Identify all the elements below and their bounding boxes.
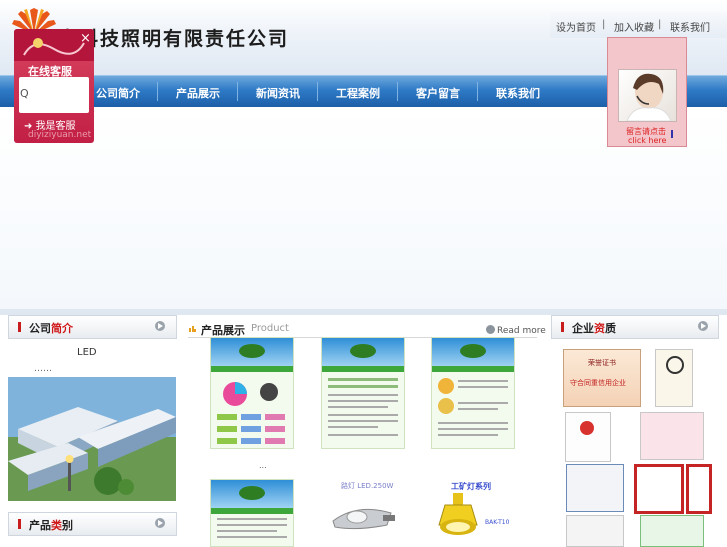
certificate-7[interactable] [686, 464, 712, 514]
certificate-honor[interactable]: 荣誉证书 守合同重信用企业 [563, 349, 641, 407]
more-arrow-icon[interactable] [155, 518, 165, 528]
nav-item-contact[interactable]: 联系我们 [496, 85, 540, 101]
certificate-5[interactable] [566, 464, 624, 512]
service-qq-box[interactable] [19, 77, 89, 113]
nav-divider [157, 82, 158, 101]
intro-ellipsis: …… [34, 364, 52, 374]
product-image-2[interactable] [321, 337, 405, 449]
operator-photo [618, 69, 677, 122]
products-subtitle: Product [251, 323, 289, 334]
more-arrow-icon[interactable] [155, 321, 165, 331]
certificate-ccc[interactable] [655, 349, 693, 407]
nav-item-news[interactable]: 新闻资讯 [256, 85, 300, 101]
factory-photo [8, 377, 176, 501]
close-icon[interactable]: × [80, 31, 91, 46]
header-marker [18, 519, 21, 529]
street-light-icon [332, 508, 395, 530]
product-image-3[interactable] [431, 337, 515, 449]
header-marker [18, 322, 21, 332]
header-marker [561, 322, 564, 332]
product-image-4[interactable] [210, 479, 294, 547]
street-light-label: 路灯 LED.250W [341, 482, 394, 490]
product-image-1[interactable] [210, 337, 294, 449]
nav-item-cases[interactable]: 工程案例 [336, 85, 380, 101]
message-widget[interactable]: 留言请点击 click here [607, 37, 687, 147]
product-category-header: 产品类别 [8, 512, 177, 536]
certificate-9[interactable] [640, 515, 704, 547]
cursor-mark [671, 130, 673, 138]
separator: | [602, 19, 606, 30]
more-arrow-icon[interactable] [698, 321, 708, 331]
product-caption: ... [259, 461, 267, 470]
nav-divider [237, 82, 238, 101]
add-favorite-link[interactable]: 加入收藏 [614, 19, 654, 34]
certificate-8[interactable] [566, 515, 624, 547]
nav-divider [477, 82, 478, 101]
product-category-title: 产品类别 [29, 519, 73, 532]
certificate-title: 荣誉证书 [588, 359, 616, 367]
emblem-icon [580, 421, 594, 435]
certificate-4[interactable] [640, 412, 704, 460]
read-more-link[interactable]: Read more [486, 325, 546, 336]
company-intro-text: LED [77, 347, 97, 358]
product-image-5[interactable]: 路灯 LED.250W [321, 479, 403, 545]
online-service-widget: × 在线客服 Q ➜ 我是客服 diyiziyuan.net [14, 29, 94, 143]
certificate-3[interactable] [565, 412, 611, 462]
ccc-mark-icon [666, 356, 684, 374]
widget-url: diyiziyuan.net [28, 130, 92, 140]
mining-lamp-icon [438, 493, 478, 535]
top-links: 设为首页 | 加入收藏 | 联系我们 [550, 12, 727, 38]
click-here-link[interactable]: click here [628, 136, 666, 145]
separator: | [658, 19, 662, 30]
set-homepage-link[interactable]: 设为首页 [556, 19, 596, 34]
certificate-subtitle: 守合同重信用企业 [570, 379, 626, 387]
nav-divider [317, 82, 318, 101]
nav-item-messages[interactable]: 客户留言 [416, 85, 460, 101]
product-image-6[interactable]: 工矿灯系列 BAK-T10 [431, 479, 513, 545]
contact-us-link[interactable]: 联系我们 [670, 19, 710, 34]
products-title: 产品展示 [201, 324, 245, 337]
qualification-header: 企业资质 [551, 315, 719, 339]
company-intro-header: 公司简介 [8, 315, 177, 339]
nav-divider [397, 82, 398, 101]
more-arrow-icon [486, 325, 495, 334]
nav-item-products[interactable]: 产品展示 [176, 85, 220, 101]
nav-item-about[interactable]: 公司简介 [96, 85, 140, 101]
qq-icon: Q [20, 87, 29, 100]
mining-lamp-model: BAK-T10 [485, 519, 510, 526]
product-bullet-icon [189, 326, 196, 332]
company-intro-title: 公司简介 [29, 322, 73, 335]
qualification-title: 企业资质 [572, 322, 616, 335]
certificate-6[interactable] [634, 464, 684, 514]
